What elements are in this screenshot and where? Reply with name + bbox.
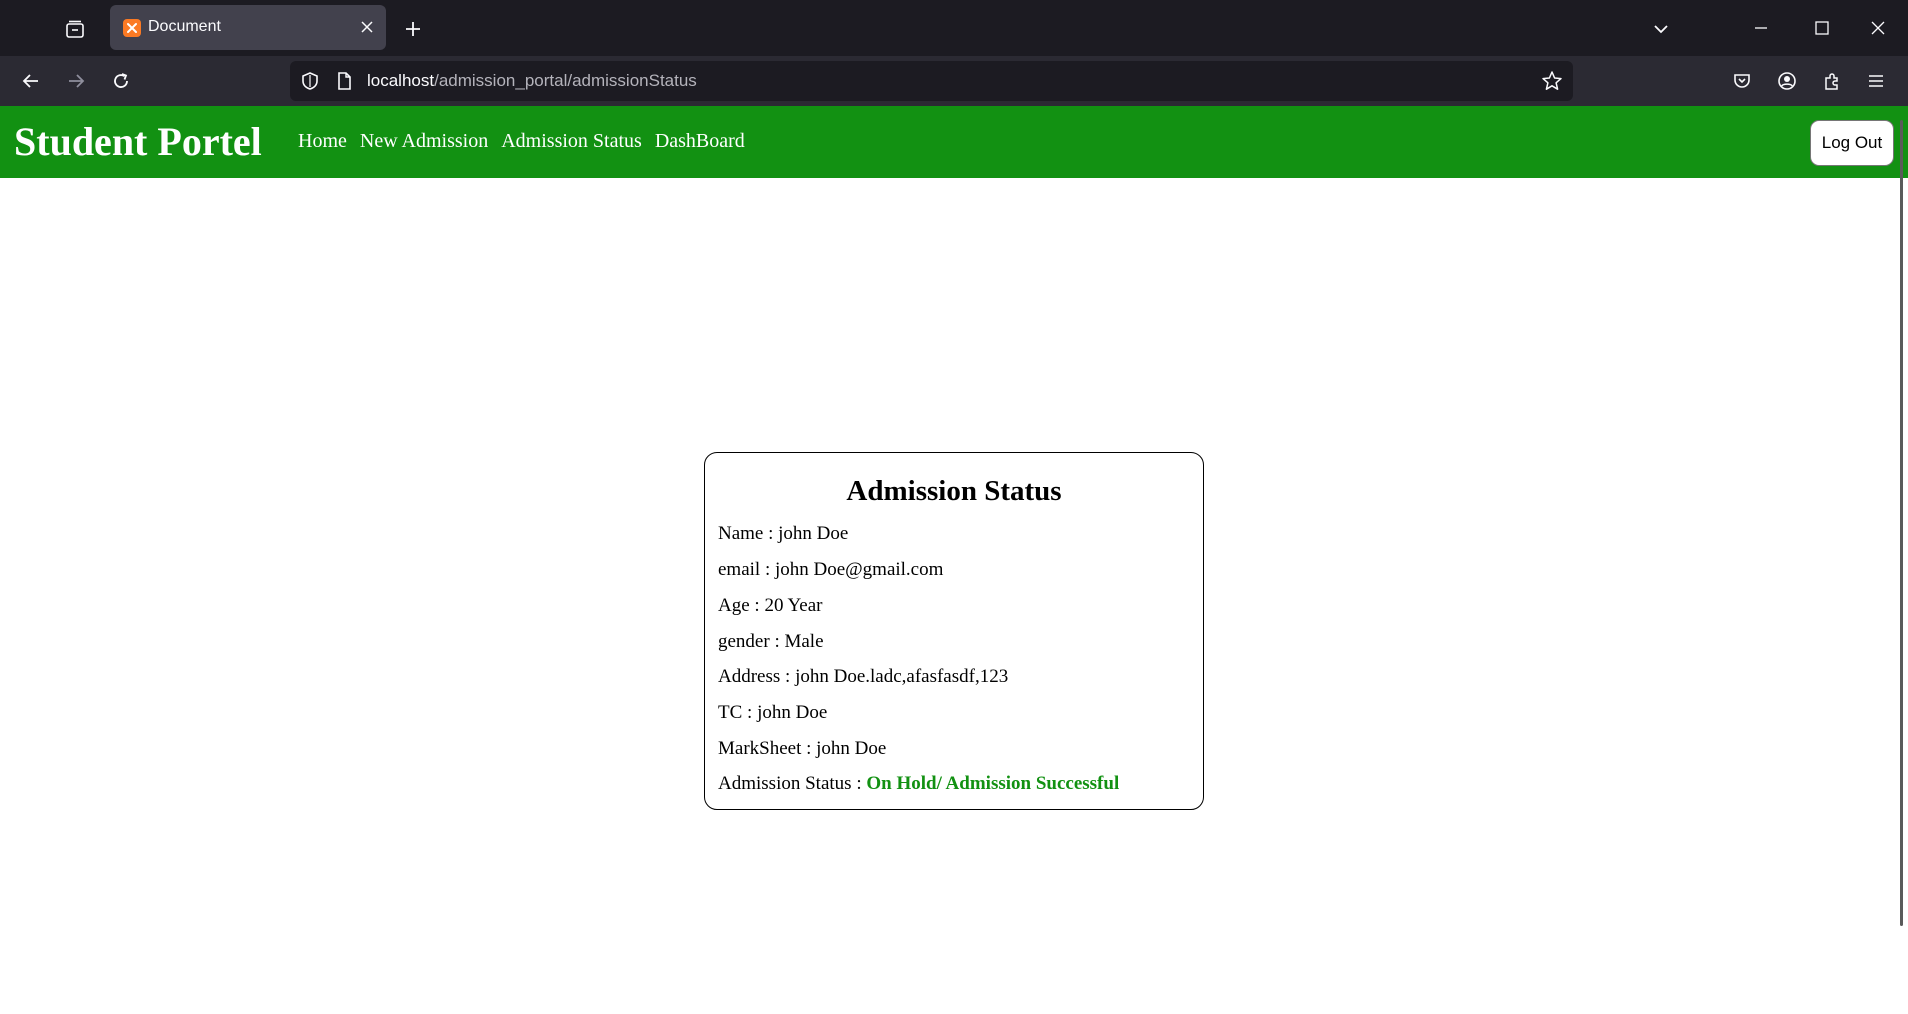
account-button[interactable]: [1770, 64, 1804, 98]
url-text[interactable]: localhost/admission_portal/admissionStat…: [367, 71, 697, 91]
browser-tab-bar: Document: [0, 0, 1908, 56]
pocket-button[interactable]: [1725, 64, 1759, 98]
app-menu-button[interactable]: [1859, 64, 1893, 98]
field-label: email: [718, 559, 761, 580]
browser-navigation-bar: localhost/admission_portal/admissionStat…: [0, 56, 1908, 106]
menu-new-admission-link[interactable]: New Admission: [360, 130, 488, 153]
plus-icon: [406, 22, 420, 36]
maximize-icon: [1815, 21, 1829, 35]
tab-strip-button[interactable]: [58, 12, 92, 46]
hamburger-icon: [1869, 75, 1883, 87]
reload-icon: [114, 73, 128, 88]
field-tc: TC : john Doe: [718, 702, 828, 723]
site-header: Student Portel Home New Admission Admiss…: [0, 106, 1908, 178]
field-label: MarkSheet: [718, 738, 802, 759]
site-menu: Home New Admission Admission Status Dash…: [298, 130, 745, 153]
field-admission-status: Admission Status : On Hold/ Admission Su…: [718, 773, 1120, 794]
field-value: john Doe: [816, 738, 887, 759]
minimize-icon: [1755, 27, 1767, 29]
list-all-tabs-button[interactable]: [1644, 12, 1678, 46]
status-badge: On Hold/ Admission Successful: [866, 773, 1120, 794]
close-window-button[interactable]: [1856, 8, 1900, 48]
arrow-right-icon: [69, 74, 85, 88]
admission-status-card: Admission Status Name : john Doe email :…: [704, 452, 1204, 810]
star-icon[interactable]: [1541, 70, 1563, 92]
url-path: /admission_portal/admissionStatus: [434, 71, 697, 90]
site-brand: Student Portel: [14, 119, 262, 164]
minimize-window-button[interactable]: [1739, 8, 1783, 48]
page-icon[interactable]: [334, 71, 354, 91]
card-title: Admission Status: [846, 475, 1062, 507]
close-icon: [361, 21, 373, 33]
arrow-left-icon: [22, 74, 38, 88]
field-value: john Doe@gmail.com: [774, 559, 944, 580]
shield-icon[interactable]: [300, 71, 320, 91]
url-host: localhost: [367, 71, 435, 90]
menu-admission-status-link[interactable]: Admission Status: [501, 130, 642, 153]
field-age: Age : 20 Year: [718, 595, 823, 616]
forward-button[interactable]: [59, 64, 93, 98]
field-label: Name: [718, 523, 764, 544]
field-value: Male: [784, 631, 824, 652]
field-value: john Doe: [778, 523, 849, 544]
field-email: email : john Doe@gmail.com: [718, 559, 944, 580]
field-value: john Doe.ladc,afasfasdf,123: [795, 666, 1009, 687]
field-marksheet: MarkSheet : john Doe: [718, 738, 887, 759]
field-value: john Doe: [757, 702, 828, 723]
page-viewport: Student Portel Home New Admission Admiss…: [0, 106, 1908, 1014]
browser-tab-document[interactable]: Document: [110, 5, 386, 50]
extensions-button[interactable]: [1815, 64, 1849, 98]
xampp-favicon-icon: [123, 19, 141, 37]
account-icon: [1778, 72, 1796, 90]
menu-home-link[interactable]: Home: [298, 130, 347, 153]
field-label: Age: [718, 595, 750, 616]
logout-button[interactable]: Log Out: [1810, 120, 1894, 166]
tab-close-button[interactable]: [358, 18, 376, 36]
maximize-window-button[interactable]: [1800, 8, 1844, 48]
tab-strip-icon: [66, 20, 84, 38]
field-value: 20 Year: [764, 595, 823, 616]
field-address: Address : john Doe.ladc,afasfasdf,123: [718, 666, 1009, 687]
menu-dashboard-link[interactable]: DashBoard: [655, 130, 745, 153]
puzzle-icon: [1825, 73, 1838, 90]
field-label: gender: [718, 631, 770, 652]
chevron-down-icon: [1654, 25, 1668, 34]
pocket-icon: [1734, 74, 1750, 88]
field-gender: gender : Male: [718, 631, 824, 652]
new-tab-button[interactable]: [396, 12, 430, 46]
field-label: TC: [718, 702, 743, 723]
field-name: Name : john Doe: [718, 523, 849, 544]
close-icon: [1871, 21, 1885, 35]
reload-button[interactable]: [104, 64, 138, 98]
back-button[interactable]: [14, 64, 48, 98]
field-label: Address: [718, 666, 781, 687]
address-bar[interactable]: localhost/admission_portal/admissionStat…: [290, 61, 1573, 101]
page-scrollbar[interactable]: [1900, 120, 1903, 926]
field-label: Admission Status: [718, 773, 852, 794]
tab-title: Document: [148, 18, 221, 35]
